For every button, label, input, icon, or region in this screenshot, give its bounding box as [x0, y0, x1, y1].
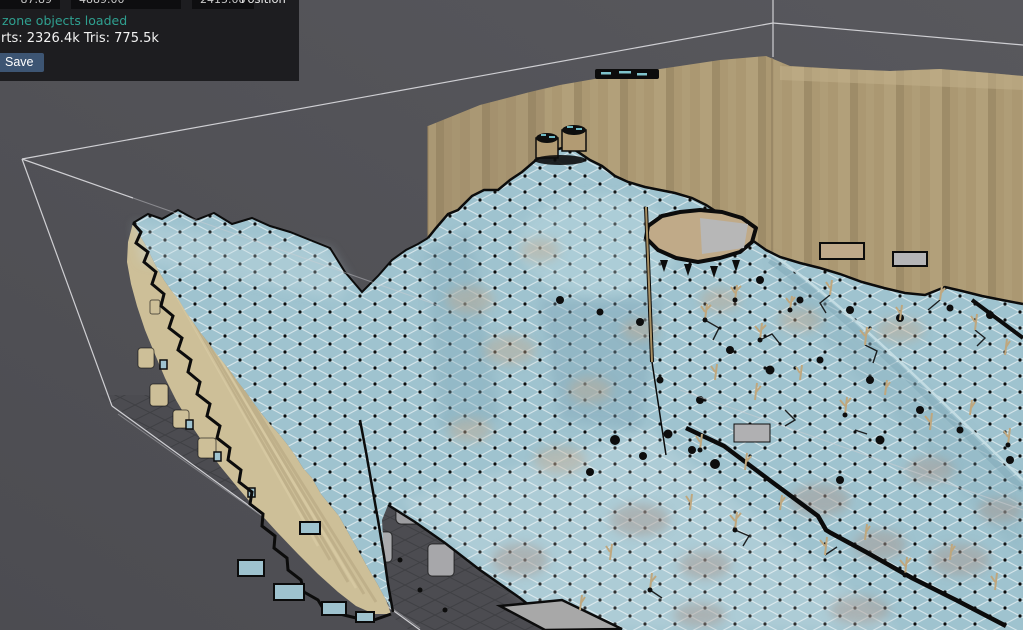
position-fields-row: 87.89 4889.00 2415.08	[0, 0, 254, 9]
position-y-field[interactable]: 4889.00	[71, 0, 181, 9]
mesh-stats: rts: 2326.4k Tris: 775.5k	[1, 31, 159, 46]
status-message: zone objects loaded	[2, 13, 127, 28]
position-label: Position	[241, 0, 286, 9]
viewport-3d[interactable]	[0, 0, 1023, 630]
save-button[interactable]: Save	[0, 53, 44, 72]
wall-ledge-object	[595, 69, 659, 79]
hud-panel: 87.89 4889.00 2415.08 Position zone obje…	[0, 0, 299, 81]
position-x-field[interactable]: 87.89	[0, 0, 60, 9]
3d-editor-window: 87.89 4889.00 2415.08 Position zone obje…	[0, 0, 1023, 630]
